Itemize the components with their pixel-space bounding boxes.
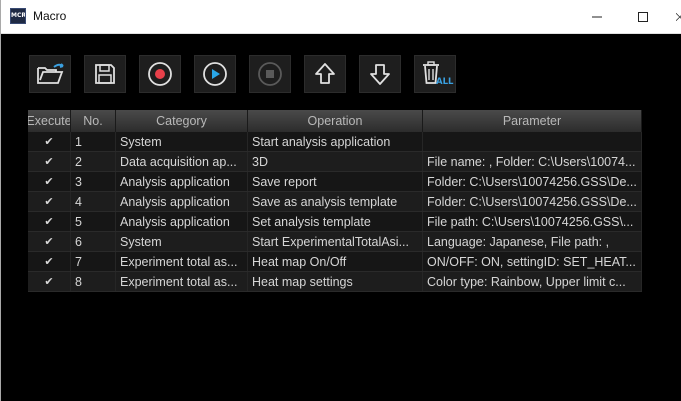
arrow-up-icon xyxy=(315,63,335,84)
row-number: 4 xyxy=(71,192,116,211)
row-operation: Heat map settings xyxy=(248,272,423,291)
row-number: 1 xyxy=(71,132,116,151)
execute-checkbox[interactable]: ✔ xyxy=(28,172,71,191)
execute-checkbox[interactable]: ✔ xyxy=(28,272,71,291)
row-number: 2 xyxy=(71,152,116,171)
table-row[interactable]: ✔ 4 Analysis application Save as analysi… xyxy=(28,192,642,212)
header-no[interactable]: No. xyxy=(71,110,116,132)
title-bar: MCR Macro xyxy=(1,0,681,34)
row-parameter: Color type: Rainbow, Upper limit c... xyxy=(423,272,642,291)
row-category: Analysis application xyxy=(116,212,248,231)
header-category[interactable]: Category xyxy=(116,110,248,132)
row-parameter: File path: C:\Users\10074256.GSS\... xyxy=(423,212,642,231)
save-button[interactable] xyxy=(84,55,126,93)
move-down-button[interactable] xyxy=(359,55,401,93)
folder-open-icon xyxy=(37,63,64,84)
minimize-icon xyxy=(592,16,602,17)
row-number: 7 xyxy=(71,252,116,271)
move-up-button[interactable] xyxy=(304,55,346,93)
header-execute[interactable]: Execute xyxy=(28,110,71,132)
table-header: Execute No. Category Operation Parameter xyxy=(28,110,642,132)
execute-checkbox[interactable]: ✔ xyxy=(28,212,71,231)
row-parameter xyxy=(423,132,642,151)
execute-checkbox[interactable]: ✔ xyxy=(28,152,71,171)
row-parameter: Language: Japanese, File path: , xyxy=(423,232,642,251)
macro-table: Execute No. Category Operation Parameter… xyxy=(28,110,642,292)
save-icon xyxy=(95,64,115,84)
row-operation: Save report xyxy=(248,172,423,191)
execute-checkbox[interactable]: ✔ xyxy=(28,252,71,271)
stop-button[interactable] xyxy=(249,55,291,93)
execute-checkbox[interactable]: ✔ xyxy=(28,132,71,151)
row-operation: Set analysis template xyxy=(248,212,423,231)
row-category: Experiment total as... xyxy=(116,272,248,291)
row-parameter: Folder: C:\Users\10074256.GSS\De... xyxy=(423,172,642,191)
row-operation: Save as analysis template xyxy=(248,192,423,211)
open-folder-button[interactable] xyxy=(29,55,71,93)
delete-all-badge: ALL xyxy=(436,77,454,87)
row-number: 5 xyxy=(71,212,116,231)
minimize-button[interactable] xyxy=(574,0,620,33)
table-row[interactable]: ✔ 1 System Start analysis application xyxy=(28,132,642,152)
row-operation: 3D xyxy=(248,152,423,171)
row-category: Analysis application xyxy=(116,172,248,191)
macro-window: MCR Macro ALL Execute No. Category Opera… xyxy=(0,0,681,401)
table-row[interactable]: ✔ 2 Data acquisition ap... 3D File name:… xyxy=(28,152,642,172)
execute-checkbox[interactable]: ✔ xyxy=(28,232,71,251)
close-button[interactable] xyxy=(666,0,681,33)
row-operation: Start analysis application xyxy=(248,132,423,151)
table-row[interactable]: ✔ 3 Analysis application Save report Fol… xyxy=(28,172,642,192)
row-parameter: Folder: C:\Users\10074256.GSS\De... xyxy=(423,192,642,211)
row-category: System xyxy=(116,232,248,251)
window-title: Macro xyxy=(33,9,67,23)
arrow-down-icon xyxy=(370,64,390,85)
stop-icon xyxy=(258,62,282,86)
row-category: System xyxy=(116,132,248,151)
maximize-button[interactable] xyxy=(620,0,666,33)
row-operation: Heat map On/Off xyxy=(248,252,423,271)
play-icon xyxy=(203,62,227,86)
row-parameter: ON/OFF: ON, settingID: SET_HEAT... xyxy=(423,252,642,271)
row-parameter: File name: , Folder: C:\Users\10074... xyxy=(423,152,642,171)
table-row[interactable]: ✔ 7 Experiment total as... Heat map On/O… xyxy=(28,252,642,272)
execute-checkbox[interactable]: ✔ xyxy=(28,192,71,211)
row-number: 6 xyxy=(71,232,116,251)
row-operation: Start ExperimentalTotalAsi... xyxy=(248,232,423,251)
row-number: 3 xyxy=(71,172,116,191)
delete-all-button[interactable]: ALL xyxy=(414,55,456,93)
header-operation[interactable]: Operation xyxy=(248,110,423,132)
row-number: 8 xyxy=(71,272,116,291)
row-category: Data acquisition ap... xyxy=(116,152,248,171)
app-icon: MCR xyxy=(10,8,26,24)
close-icon xyxy=(676,12,681,21)
row-category: Experiment total as... xyxy=(116,252,248,271)
record-icon xyxy=(148,62,172,86)
table-row[interactable]: ✔ 8 Experiment total as... Heat map sett… xyxy=(28,272,642,292)
row-category: Analysis application xyxy=(116,192,248,211)
maximize-icon xyxy=(638,11,648,22)
record-button[interactable] xyxy=(139,55,181,93)
play-button[interactable] xyxy=(194,55,236,93)
table-row[interactable]: ✔ 5 Analysis application Set analysis te… xyxy=(28,212,642,232)
table-row[interactable]: ✔ 6 System Start ExperimentalTotalAsi...… xyxy=(28,232,642,252)
table-body: ✔ 1 System Start analysis application ✔ … xyxy=(28,132,642,292)
header-parameter[interactable]: Parameter xyxy=(423,110,642,132)
